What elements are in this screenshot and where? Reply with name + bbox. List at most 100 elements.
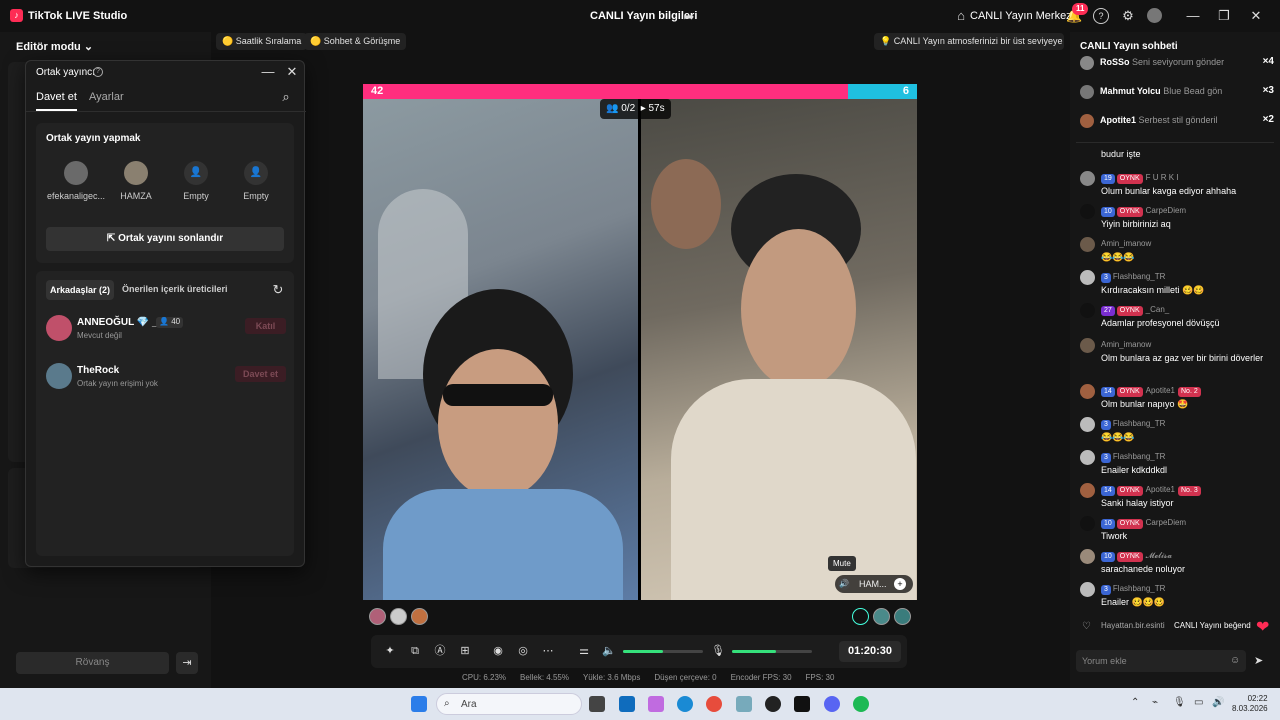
avatar[interactable]: [1080, 549, 1095, 564]
exit-icon[interactable]: ⇥: [176, 652, 198, 674]
windows-start-icon[interactable]: [411, 696, 427, 712]
cohost-slot[interactable]: efekanaligec...: [46, 161, 106, 201]
search-icon[interactable]: ⌕: [278, 89, 294, 105]
invite-button[interactable]: Davet et: [235, 366, 286, 382]
record-icon[interactable]: ◉: [491, 644, 505, 658]
avatar[interactable]: [1080, 338, 1095, 353]
viewer-avatar[interactable]: [873, 608, 890, 625]
avatar[interactable]: [1080, 237, 1095, 252]
avatar[interactable]: [1080, 483, 1095, 498]
app-icon[interactable]: [736, 696, 752, 712]
refresh-icon[interactable]: ↻: [270, 282, 286, 298]
end-cohost-button[interactable]: ⇱ Ortak yayını sonlandır: [46, 227, 284, 251]
cohost-slot[interactable]: 👤 Empty: [226, 161, 286, 201]
share-icon[interactable]: ➦: [681, 9, 697, 25]
ai-icon[interactable]: Ⓐ: [433, 644, 447, 658]
chrome-icon[interactable]: [706, 696, 722, 712]
add-source-icon[interactable]: ⊞: [458, 644, 472, 658]
join-button[interactable]: Katıl: [245, 318, 286, 334]
chat-call-pill[interactable]: 🟡 Sohbet & Görüşme: [304, 33, 407, 50]
close-icon[interactable]: ✕: [284, 64, 300, 80]
editor-mode-dropdown[interactable]: Editör modu ⌄: [16, 40, 93, 53]
message-user[interactable]: Flashbang_TR: [1113, 584, 1165, 593]
emoji-icon[interactable]: ☺: [1230, 655, 1240, 666]
level-badge: 10: [1101, 207, 1115, 217]
cohost-slot[interactable]: HAMZA: [106, 161, 166, 201]
mic-icon[interactable]: 🎙: [711, 644, 725, 658]
taskbar-clock[interactable]: 02:22 8.03.2026: [1232, 694, 1268, 714]
settings-sliders-icon[interactable]: ⚌: [577, 644, 591, 658]
viewer-avatar[interactable]: [894, 608, 911, 625]
avatar[interactable]: [1080, 417, 1095, 432]
cohost-slot[interactable]: 👤 Empty: [166, 161, 226, 201]
close-icon[interactable]: ✕: [1248, 8, 1264, 24]
comment-input[interactable]: Yorum ekle: [1076, 650, 1246, 672]
effects-icon[interactable]: ⧉: [408, 644, 422, 658]
info-icon[interactable]: ?: [93, 67, 103, 77]
magic-wand-icon[interactable]: ✦: [383, 644, 397, 658]
message-user[interactable]: CarpeDiem: [1146, 206, 1186, 215]
message-user[interactable]: Amin_imanow: [1101, 340, 1151, 349]
outlook-icon[interactable]: [619, 696, 635, 712]
taskbar-search[interactable]: Ara: [436, 693, 582, 715]
volume-slider[interactable]: [623, 650, 703, 653]
send-icon[interactable]: ➤: [1254, 654, 1263, 667]
avatar[interactable]: [1080, 270, 1095, 285]
tab-creators[interactable]: Önerilen içerik üreticileri: [122, 284, 228, 294]
gift-sender: Apotite1 Serbest stil gönderil: [1100, 115, 1218, 125]
app-icon[interactable]: [765, 696, 781, 712]
help-icon[interactable]: ?: [1093, 8, 1109, 24]
spotify-icon[interactable]: [853, 696, 869, 712]
gear-icon[interactable]: ⚙: [1120, 8, 1136, 24]
viewer-avatar[interactable]: [369, 608, 386, 625]
avatar[interactable]: [1080, 450, 1095, 465]
message-user[interactable]: Apotite1: [1146, 485, 1175, 494]
message-user[interactable]: Flashbang_TR: [1113, 419, 1165, 428]
avatar[interactable]: [1080, 516, 1095, 531]
restore-icon[interactable]: ❐: [1216, 8, 1232, 24]
live-center-button[interactable]: CANLI Yayın Merkezi: [970, 10, 1074, 22]
network-icon[interactable]: ⌁: [1152, 697, 1158, 708]
avatar[interactable]: [1080, 384, 1095, 399]
monitor-icon[interactable]: ▭: [1194, 697, 1203, 708]
mic-icon[interactable]: 🎙: [1173, 697, 1186, 708]
discord-icon[interactable]: [824, 696, 840, 712]
message-user[interactable]: Amin_imanow: [1101, 239, 1151, 248]
minimize-icon[interactable]: —: [1185, 8, 1201, 24]
tiktok-icon[interactable]: [794, 696, 810, 712]
message-user[interactable]: 𝓜𝓮𝓵𝓲𝓼𝓪: [1146, 551, 1172, 560]
avatar[interactable]: [1080, 204, 1095, 219]
message-user[interactable]: Flashbang_TR: [1113, 272, 1165, 281]
message-user[interactable]: CarpeDiem: [1146, 518, 1186, 527]
viewer-avatar[interactable]: [390, 608, 407, 625]
viewer-avatar[interactable]: [411, 608, 428, 625]
viewer-avatar[interactable]: [852, 608, 869, 625]
message-user[interactable]: F U R K I: [1146, 173, 1179, 182]
avatar[interactable]: [1080, 582, 1095, 597]
edge-icon[interactable]: [677, 696, 693, 712]
message-user[interactable]: Apotite1: [1146, 386, 1175, 395]
tip-pill[interactable]: 💡 CANLI Yayın atmosferinizi bir üst sevi…: [874, 33, 1064, 50]
avatar[interactable]: [1080, 303, 1095, 318]
minimize-icon[interactable]: —: [260, 64, 276, 80]
avatar[interactable]: [1147, 8, 1162, 23]
rematch-button[interactable]: Rövanş: [16, 652, 169, 674]
message-user[interactable]: _Can_: [1146, 305, 1170, 314]
chevron-up-icon[interactable]: ⌃: [1131, 697, 1139, 708]
hourly-ranking-pill[interactable]: 🟡 Saatlik Sıralama: [216, 33, 308, 50]
tab-invite[interactable]: Davet et: [36, 91, 77, 111]
home-icon[interactable]: ⌂: [953, 8, 969, 24]
message-user[interactable]: Flashbang_TR: [1113, 452, 1165, 461]
copilot-icon[interactable]: [648, 696, 664, 712]
target-icon[interactable]: ◎: [516, 644, 530, 658]
speaker-icon[interactable]: 🔊: [838, 578, 850, 590]
volume-icon[interactable]: 🔈: [602, 644, 616, 658]
add-icon[interactable]: +: [894, 578, 906, 590]
app-icon[interactable]: [589, 696, 605, 712]
speaker-icon[interactable]: 🔊: [1212, 697, 1224, 708]
tab-settings[interactable]: Ayarlar: [89, 91, 124, 111]
avatar[interactable]: [1080, 171, 1095, 186]
more-icon[interactable]: ⋯: [541, 644, 555, 658]
tab-friends[interactable]: Arkadaşlar (2): [46, 280, 115, 300]
mic-slider[interactable]: [732, 650, 812, 653]
